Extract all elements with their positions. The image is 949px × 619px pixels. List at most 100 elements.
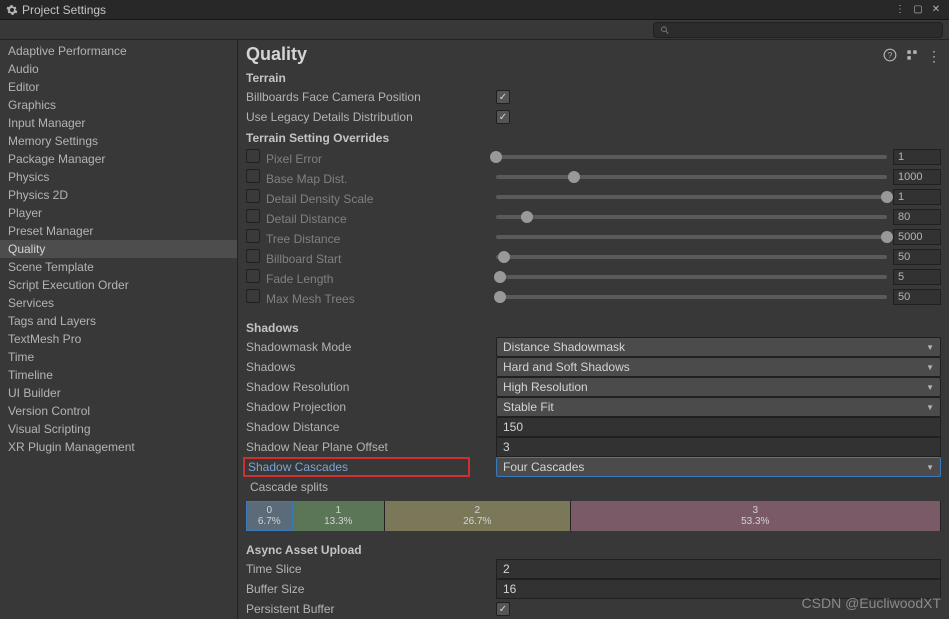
sidebar-item-timeline[interactable]: Timeline — [0, 366, 237, 384]
override-checkbox[interactable] — [246, 189, 260, 203]
search-icon — [660, 25, 670, 35]
override-slider[interactable] — [496, 235, 887, 239]
sidebar-item-tags-and-layers[interactable]: Tags and Layers — [0, 312, 237, 330]
sidebar-item-package-manager[interactable]: Package Manager — [0, 150, 237, 168]
dist-field[interactable]: 150 — [496, 417, 941, 437]
sidebar-item-audio[interactable]: Audio — [0, 60, 237, 78]
buf-label: Buffer Size — [246, 582, 496, 596]
time-field[interactable]: 2 — [496, 559, 941, 579]
shadows-label: Shadows — [246, 360, 496, 374]
mask-label: Shadowmask Mode — [246, 340, 496, 354]
sidebar-item-quality[interactable]: Quality — [0, 240, 237, 258]
splits-label: Cascade splits — [246, 480, 496, 494]
cascade-segment-3[interactable]: 353.3% — [571, 501, 941, 531]
override-value[interactable]: 50 — [893, 289, 941, 305]
proj-dropdown[interactable]: Stable Fit▼ — [496, 397, 941, 417]
sidebar-item-memory-settings[interactable]: Memory Settings — [0, 132, 237, 150]
async-heading: Async Asset Upload — [246, 539, 941, 559]
search-input[interactable] — [653, 22, 943, 38]
override-slider[interactable] — [496, 155, 887, 159]
toolbar — [0, 20, 949, 40]
override-slider[interactable] — [496, 175, 887, 179]
sidebar-item-ui-builder[interactable]: UI Builder — [0, 384, 237, 402]
override-checkbox[interactable] — [246, 149, 260, 163]
override-label: Max Mesh Trees — [246, 289, 496, 306]
chevron-down-icon: ▼ — [926, 403, 934, 412]
override-value[interactable]: 1000 — [893, 169, 941, 185]
sidebar-item-services[interactable]: Services — [0, 294, 237, 312]
search-field[interactable] — [674, 24, 936, 36]
override-checkbox[interactable] — [246, 169, 260, 183]
override-slider[interactable] — [496, 195, 887, 199]
watermark: CSDN @EucliwoodXT — [802, 595, 941, 611]
near-field[interactable]: 3 — [496, 437, 941, 457]
chevron-down-icon: ▼ — [926, 463, 934, 472]
override-slider[interactable] — [496, 295, 887, 299]
dist-label: Shadow Distance — [246, 420, 496, 434]
sidebar-item-editor[interactable]: Editor — [0, 78, 237, 96]
sidebar-item-version-control[interactable]: Version Control — [0, 402, 237, 420]
close-icon[interactable]: ✕ — [929, 3, 943, 17]
maximize-icon[interactable]: ▢ — [911, 3, 925, 17]
chevron-down-icon: ▼ — [926, 343, 934, 352]
override-checkbox[interactable] — [246, 289, 260, 303]
override-checkbox[interactable] — [246, 229, 260, 243]
override-value[interactable]: 80 — [893, 209, 941, 225]
sidebar-item-preset-manager[interactable]: Preset Manager — [0, 222, 237, 240]
sidebar-item-physics[interactable]: Physics — [0, 168, 237, 186]
sidebar-item-adaptive-performance[interactable]: Adaptive Performance — [0, 42, 237, 60]
legacy-checkbox[interactable]: ✓ — [496, 110, 510, 124]
override-checkbox[interactable] — [246, 249, 260, 263]
proj-label: Shadow Projection — [246, 400, 496, 414]
sidebar-item-scene-template[interactable]: Scene Template — [0, 258, 237, 276]
shadows-dropdown[interactable]: Hard and Soft Shadows▼ — [496, 357, 941, 377]
billboards-label: Billboards Face Camera Position — [246, 90, 496, 104]
cascade-segment-1[interactable]: 113.3% — [293, 501, 385, 531]
override-value[interactable]: 50 — [893, 249, 941, 265]
casc-dropdown[interactable]: Four Cascades▼ — [496, 457, 941, 477]
terrain-heading: Terrain — [246, 67, 941, 87]
sidebar-item-player[interactable]: Player — [0, 204, 237, 222]
help-icon[interactable]: ? — [883, 48, 897, 62]
cascade-segment-2[interactable]: 226.7% — [385, 501, 571, 531]
sidebar-item-textmesh-pro[interactable]: TextMesh Pro — [0, 330, 237, 348]
sidebar: Adaptive PerformanceAudioEditorGraphicsI… — [0, 40, 238, 619]
override-label: Detail Density Scale — [246, 189, 496, 206]
sidebar-item-xr-plugin-management[interactable]: XR Plugin Management — [0, 438, 237, 456]
cascade-segment-0[interactable]: 06.7% — [246, 501, 293, 531]
cascade-splits-bar[interactable]: 06.7%113.3%226.7%353.3% — [246, 501, 941, 531]
override-value[interactable]: 1 — [893, 149, 941, 165]
sidebar-item-physics-2d[interactable]: Physics 2D — [0, 186, 237, 204]
sidebar-item-time[interactable]: Time — [0, 348, 237, 366]
override-checkbox[interactable] — [246, 209, 260, 223]
chevron-down-icon: ▼ — [926, 363, 934, 372]
override-value[interactable]: 5 — [893, 269, 941, 285]
sidebar-item-input-manager[interactable]: Input Manager — [0, 114, 237, 132]
shadows-heading: Shadows — [246, 317, 941, 337]
override-slider[interactable] — [496, 255, 887, 259]
override-label: Detail Distance — [246, 209, 496, 226]
preset-icon[interactable] — [905, 48, 919, 62]
more-icon[interactable]: ⋮ — [893, 3, 907, 17]
override-slider[interactable] — [496, 275, 887, 279]
legacy-label: Use Legacy Details Distribution — [246, 110, 496, 124]
override-slider[interactable] — [496, 215, 887, 219]
sidebar-item-visual-scripting[interactable]: Visual Scripting — [0, 420, 237, 438]
overrides-heading: Terrain Setting Overrides — [246, 127, 941, 147]
override-label: Tree Distance — [246, 229, 496, 246]
menu-icon[interactable]: ⋮ — [927, 48, 941, 62]
sidebar-item-graphics[interactable]: Graphics — [0, 96, 237, 114]
persist-checkbox[interactable]: ✓ — [496, 602, 510, 616]
override-value[interactable]: 5000 — [893, 229, 941, 245]
override-value[interactable]: 1 — [893, 189, 941, 205]
titlebar: Project Settings ⋮ ▢ ✕ — [0, 0, 949, 20]
mask-dropdown[interactable]: Distance Shadowmask▼ — [496, 337, 941, 357]
casc-label: Shadow Cascades — [246, 457, 496, 477]
res-dropdown[interactable]: High Resolution▼ — [496, 377, 941, 397]
override-checkbox[interactable] — [246, 269, 260, 283]
window-title: Project Settings — [22, 3, 106, 17]
near-label: Shadow Near Plane Offset — [246, 440, 496, 454]
billboards-checkbox[interactable]: ✓ — [496, 90, 510, 104]
time-label: Time Slice — [246, 562, 496, 576]
sidebar-item-script-execution-order[interactable]: Script Execution Order — [0, 276, 237, 294]
